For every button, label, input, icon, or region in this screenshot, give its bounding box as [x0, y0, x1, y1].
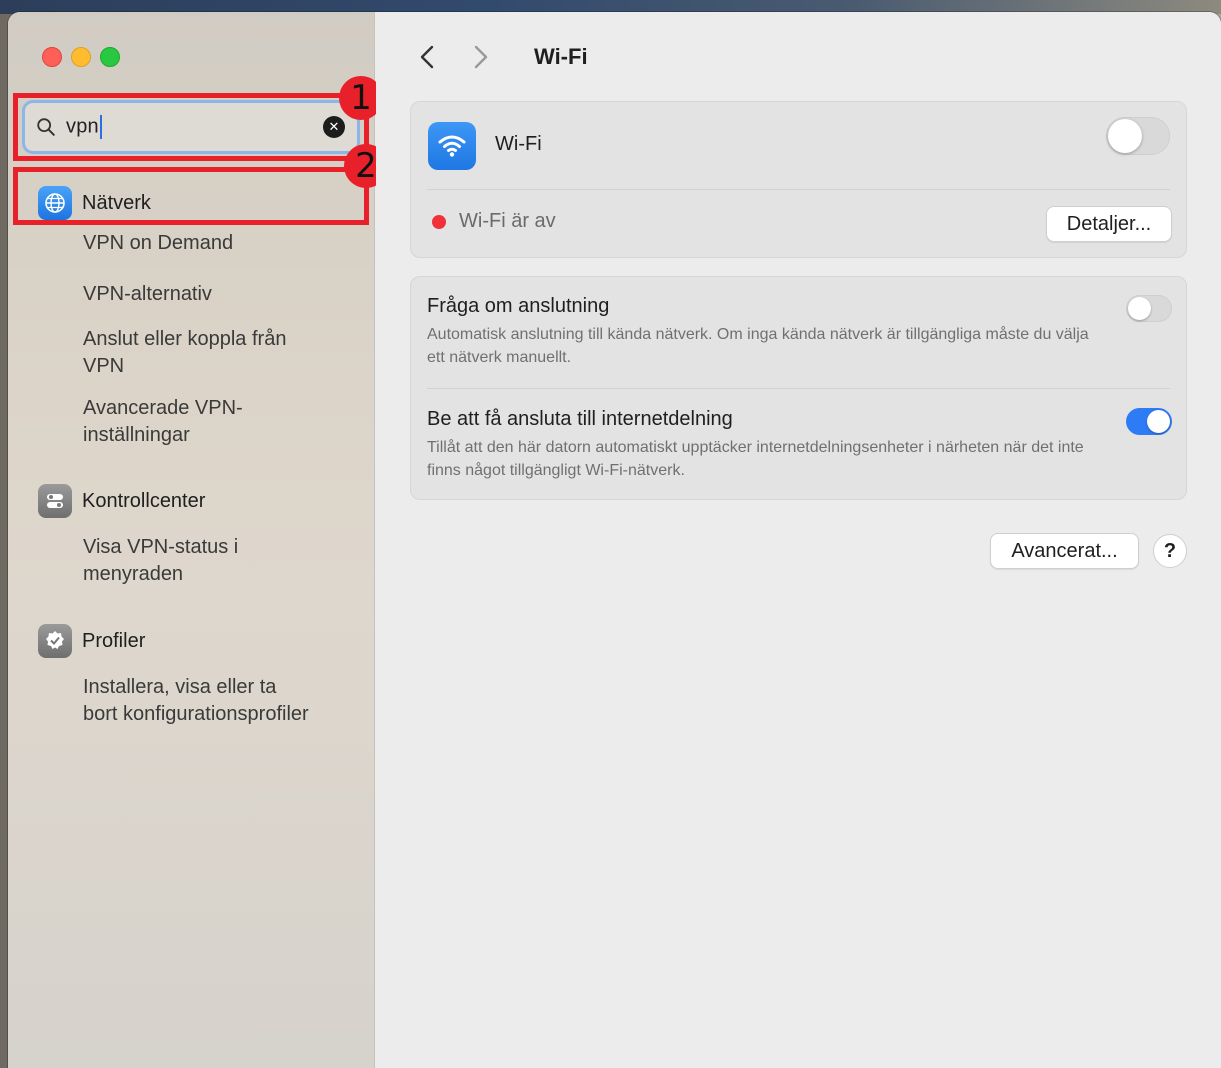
chevron-left-icon[interactable] — [414, 42, 442, 72]
wifi-options-card: Fråga om anslutning Automatisk anslutnin… — [410, 276, 1187, 500]
hotspot-description: Tillåt att den här datorn automatiskt up… — [427, 439, 1084, 479]
sidebar-subitem-config-profiles[interactable]: Installera, visa eller ta bort konfigura… — [83, 674, 313, 728]
sidebar-subitem-connect-vpn[interactable]: Anslut eller koppla från VPN — [83, 326, 293, 380]
wifi-card: Wi-Fi Wi-Fi är av Detaljer... — [410, 101, 1187, 258]
sidebar-item-label: Profiler — [82, 629, 146, 652]
details-button[interactable]: Detaljer... — [1046, 206, 1172, 242]
control-center-icon — [38, 484, 72, 518]
sidebar-subitem-advanced-vpn[interactable]: Avancerade VPN-inställningar — [83, 395, 283, 449]
sidebar-subitem-vpn-status[interactable]: Visa VPN-status i menyraden — [83, 534, 273, 588]
advanced-button[interactable]: Avancerat... — [990, 533, 1139, 569]
hotspot-toggle[interactable] — [1126, 408, 1172, 435]
hotspot-title: Be att få ansluta till internetdelning — [427, 408, 733, 430]
zoom-window-button[interactable] — [100, 47, 120, 67]
ask-join-description: Automatisk anslutning till kända nätverk… — [427, 326, 1089, 366]
minimize-window-button[interactable] — [71, 47, 91, 67]
wifi-toggle[interactable] — [1106, 117, 1170, 155]
wifi-status-text: Wi-Fi är av — [459, 210, 556, 232]
sidebar-item-profiles[interactable]: Profiler — [38, 624, 145, 658]
annotation-box-1 — [13, 93, 369, 161]
ask-join-toggle[interactable] — [1126, 295, 1172, 322]
sidebar-subitem-vpn-on-demand[interactable]: VPN on Demand — [83, 230, 343, 257]
settings-window: vpn ✕ Nätverk VPN on Demand VPN-alternat… — [8, 12, 1221, 1068]
wifi-icon — [428, 122, 476, 170]
sidebar-item-label: Kontrollcenter — [82, 489, 206, 512]
chevron-right-icon[interactable] — [466, 42, 494, 72]
main-content: Wi-Fi Wi-Fi Wi-Fi är av Detaljer... Fråg… — [376, 12, 1221, 1068]
annotation-box-2 — [13, 167, 369, 225]
window-controls — [42, 47, 120, 67]
profile-badge-icon — [38, 624, 72, 658]
sidebar: vpn ✕ Nätverk VPN on Demand VPN-alternat… — [8, 12, 388, 1068]
toolbar: Wi-Fi — [414, 42, 588, 72]
page-title: Wi-Fi — [534, 44, 588, 69]
help-button[interactable]: ? — [1153, 534, 1187, 568]
status-off-icon — [432, 215, 446, 229]
sidebar-item-control-center[interactable]: Kontrollcenter — [38, 484, 205, 518]
ask-join-title: Fråga om anslutning — [427, 295, 610, 317]
wifi-label: Wi-Fi — [495, 133, 542, 155]
sidebar-subitem-vpn-options[interactable]: VPN-alternativ — [83, 281, 343, 308]
divider — [427, 189, 1170, 190]
close-window-button[interactable] — [42, 47, 62, 67]
divider — [427, 388, 1170, 389]
